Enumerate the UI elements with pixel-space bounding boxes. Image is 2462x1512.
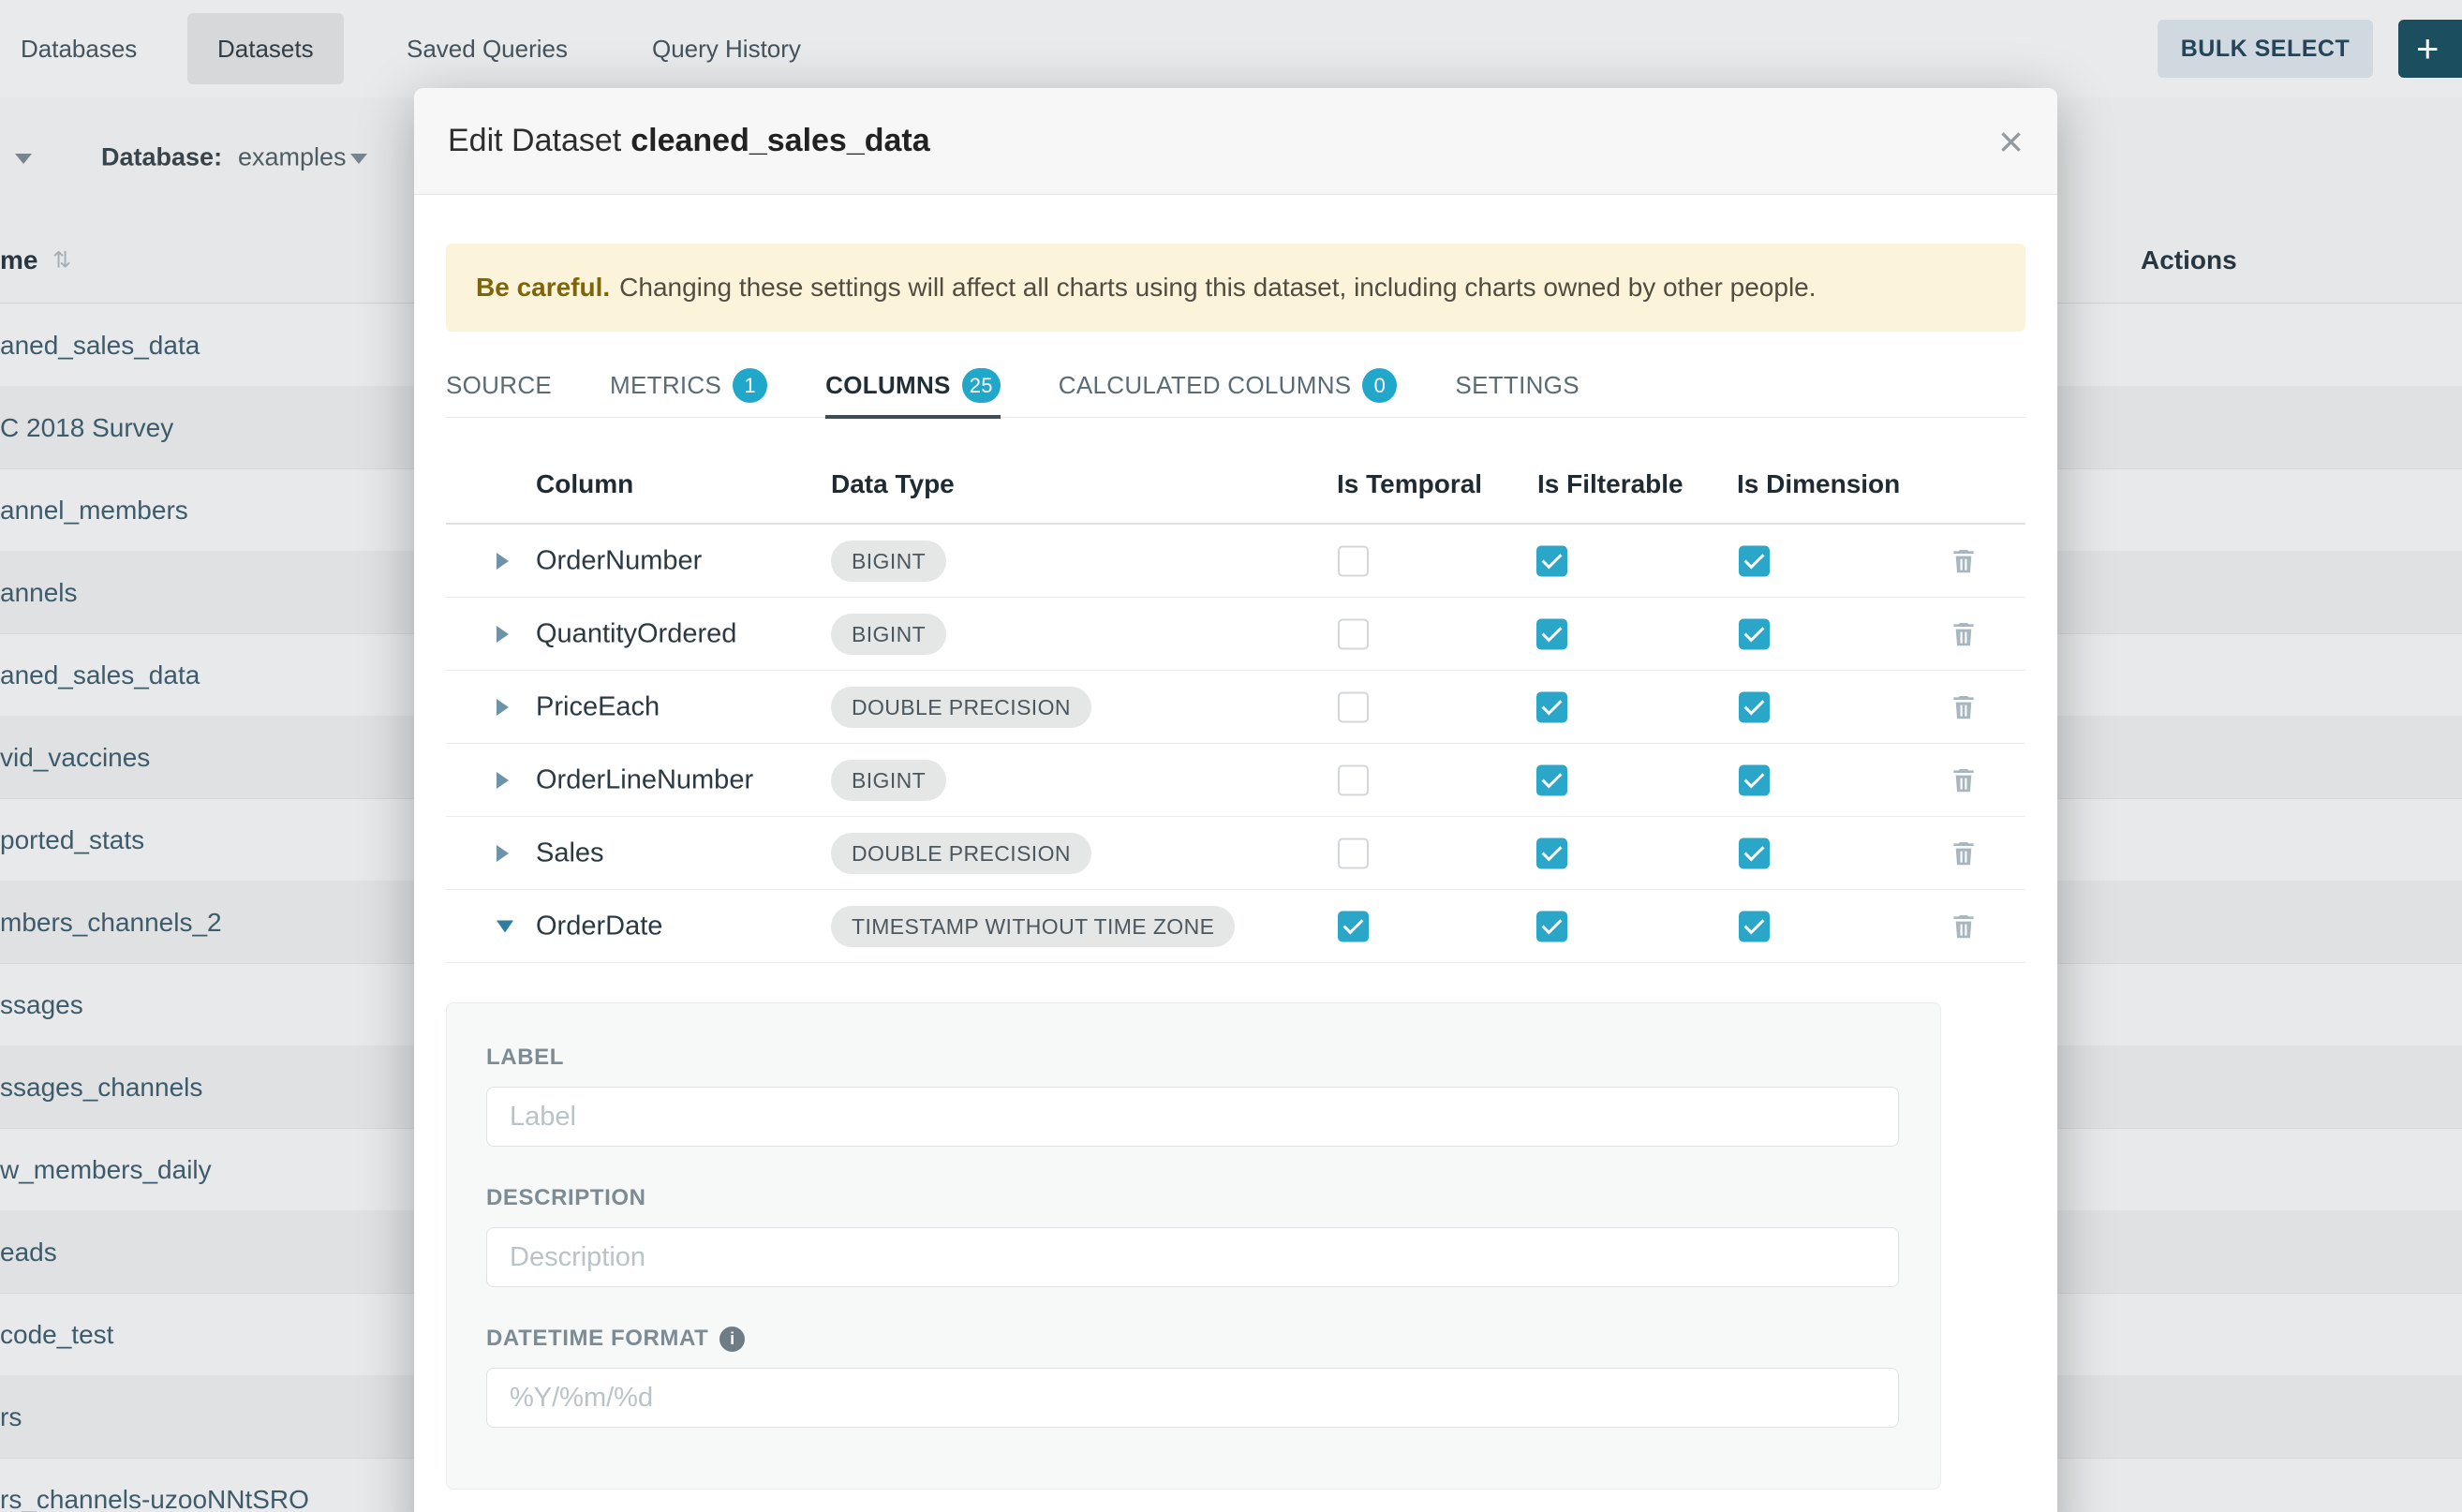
modal-tab[interactable]: SOURCE [446, 356, 552, 419]
tab-label: SOURCE [446, 371, 552, 400]
is-dimension-checkbox[interactable] [1739, 545, 1770, 576]
data-type-pill: BIGINT [831, 614, 946, 655]
is-filterable-checkbox[interactable] [1536, 838, 1567, 868]
modal-tab[interactable]: CALCULATED COLUMNS 0 [1059, 356, 1398, 419]
is-temporal-checkbox[interactable] [1338, 618, 1369, 649]
expand-caret-icon[interactable] [497, 626, 509, 643]
is-filterable-checkbox[interactable] [1536, 691, 1567, 722]
modal-tab[interactable]: METRICS 1 [610, 356, 767, 419]
datetime-format-input[interactable] [486, 1368, 1899, 1428]
warning-banner: Be careful. Changing these settings will… [446, 244, 2025, 332]
description-input[interactable] [486, 1227, 1899, 1287]
page: Databases Datasets Saved Queries Query H… [0, 0, 2462, 1512]
expand-caret-icon[interactable] [497, 553, 509, 570]
column-row: PriceEach DOUBLE PRECISION [446, 671, 2025, 744]
header-column: Column [536, 469, 633, 499]
label-field-label: LABEL [486, 1045, 1899, 1071]
expand-caret-icon[interactable] [497, 772, 509, 789]
modal-title-dataset-name: cleaned_sales_data [630, 123, 929, 158]
column-name: OrderDate [536, 911, 662, 941]
delete-column-icon[interactable] [1949, 912, 1979, 941]
is-filterable-checkbox[interactable] [1536, 545, 1567, 576]
modal-title: Edit Dataset cleaned_sales_data [448, 123, 930, 159]
modal-title-prefix: Edit Dataset [448, 123, 621, 158]
is-dimension-checkbox[interactable] [1739, 911, 1770, 941]
is-dimension-checkbox[interactable] [1739, 691, 1770, 722]
column-name: PriceEach [536, 691, 660, 722]
is-dimension-checkbox[interactable] [1739, 618, 1770, 649]
columns-table-header: Column Data Type Is Temporal Is Filterab… [446, 446, 2025, 525]
warning-banner-bold: Be careful. [476, 273, 610, 303]
label-input[interactable] [486, 1087, 1899, 1147]
tab-count-badge: 0 [1362, 368, 1397, 403]
modal-header: Edit Dataset cleaned_sales_data × [414, 88, 2057, 195]
expand-caret-icon[interactable] [497, 920, 513, 932]
tab-count-badge: 25 [962, 368, 1001, 403]
header-data-type: Data Type [831, 469, 955, 499]
delete-column-icon[interactable] [1949, 546, 1979, 576]
column-name: OrderNumber [536, 545, 702, 576]
data-type-pill: DOUBLE PRECISION [831, 833, 1091, 874]
header-is-filterable: Is Filterable [1537, 469, 1683, 499]
is-dimension-checkbox[interactable] [1739, 764, 1770, 795]
info-icon[interactable]: i [719, 1327, 745, 1352]
header-is-temporal: Is Temporal [1337, 469, 1482, 499]
columns-table-body: OrderNumber BIGINT QuantityOrdered BIGIN… [446, 525, 2025, 963]
delete-column-icon[interactable] [1949, 765, 1979, 795]
data-type-pill: DOUBLE PRECISION [831, 687, 1091, 728]
tab-label: METRICS [610, 371, 721, 400]
warning-banner-text: Changing these settings will affect all … [619, 273, 1816, 303]
tab-label: CALCULATED COLUMNS [1059, 371, 1352, 400]
data-type-pill: BIGINT [831, 760, 946, 801]
is-filterable-checkbox[interactable] [1536, 911, 1567, 941]
is-temporal-checkbox[interactable] [1338, 691, 1369, 722]
is-temporal-checkbox[interactable] [1338, 838, 1369, 868]
datetime-format-field-label: DATETIME FORMAT i [486, 1326, 1899, 1352]
is-filterable-checkbox[interactable] [1536, 764, 1567, 795]
delete-column-icon[interactable] [1949, 838, 1979, 868]
columns-table: Column Data Type Is Temporal Is Filterab… [446, 446, 2025, 963]
column-name: OrderLineNumber [536, 764, 753, 795]
delete-column-icon[interactable] [1949, 619, 1979, 649]
delete-column-icon[interactable] [1949, 692, 1979, 722]
modal-body: Be careful. Changing these settings will… [414, 244, 2057, 1490]
datetime-format-label-text: DATETIME FORMAT [486, 1326, 708, 1352]
edit-dataset-modal: Edit Dataset cleaned_sales_data × Be care… [414, 88, 2057, 1512]
column-name: QuantityOrdered [536, 618, 736, 649]
column-editor-panel: LABEL DESCRIPTION DATETIME FORMAT i [446, 1002, 1941, 1490]
description-field-label: DESCRIPTION [486, 1185, 1899, 1211]
column-row: QuantityOrdered BIGINT [446, 598, 2025, 671]
is-temporal-checkbox[interactable] [1338, 911, 1369, 941]
column-row: OrderNumber BIGINT [446, 525, 2025, 598]
data-type-pill: TIMESTAMP WITHOUT TIME ZONE [831, 906, 1235, 947]
is-temporal-checkbox[interactable] [1338, 764, 1369, 795]
is-dimension-checkbox[interactable] [1739, 838, 1770, 868]
data-type-pill: BIGINT [831, 541, 946, 582]
modal-tab[interactable]: SETTINGS [1455, 356, 1579, 419]
tab-label: COLUMNS [825, 371, 951, 400]
column-name: Sales [536, 838, 604, 868]
modal-tabs: SOURCE METRICS 1 COLUMNS 25 CALCULATED C… [446, 356, 2025, 418]
column-row: OrderDate TIMESTAMP WITHOUT TIME ZONE [446, 890, 2025, 963]
is-temporal-checkbox[interactable] [1338, 545, 1369, 576]
close-icon[interactable]: × [1998, 120, 2024, 163]
column-row: OrderLineNumber BIGINT [446, 744, 2025, 817]
tab-count-badge: 1 [733, 368, 767, 403]
tab-label: SETTINGS [1455, 371, 1579, 400]
expand-caret-icon[interactable] [497, 699, 509, 716]
column-row: Sales DOUBLE PRECISION [446, 817, 2025, 890]
expand-caret-icon[interactable] [497, 845, 509, 862]
header-is-dimension: Is Dimension [1737, 469, 1900, 499]
is-filterable-checkbox[interactable] [1536, 618, 1567, 649]
modal-tab[interactable]: COLUMNS 25 [825, 356, 1001, 419]
